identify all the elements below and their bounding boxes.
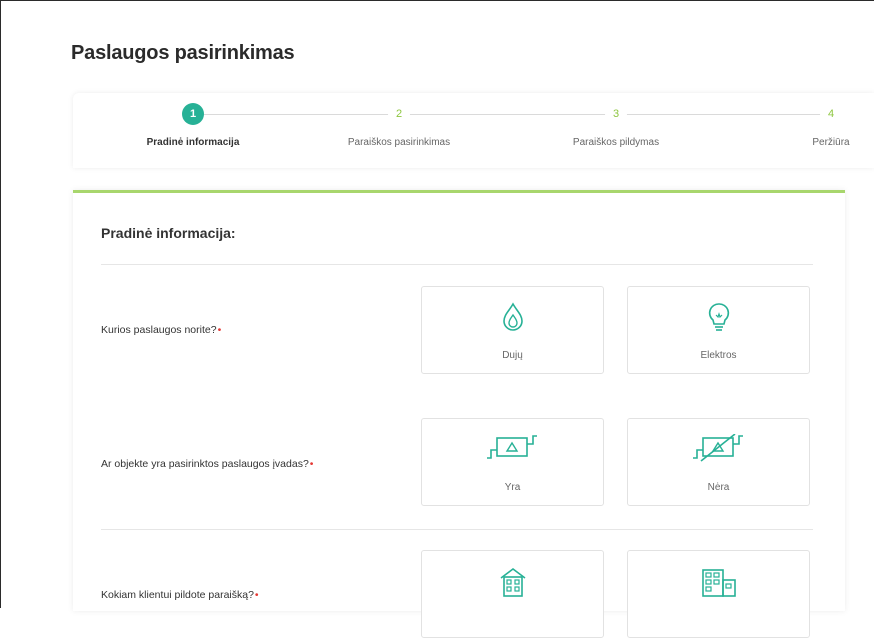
step-3[interactable]: 3 Paraiškos pildymas bbox=[536, 93, 696, 148]
required-mark: • bbox=[309, 458, 314, 470]
section-title: Pradinė informacija: bbox=[101, 225, 236, 241]
step-number-circle: 2 bbox=[388, 103, 410, 125]
option-yes[interactable]: Yra bbox=[421, 418, 604, 506]
option-gas[interactable]: Dujų bbox=[421, 286, 604, 374]
lightbulb-icon bbox=[708, 303, 729, 331]
step-label: Peržiūra bbox=[812, 137, 850, 148]
page-title: Paslaugos pasirinkimas bbox=[71, 42, 295, 64]
option-label: Dujų bbox=[502, 350, 523, 361]
step-label: Paraiškos pildymas bbox=[572, 137, 660, 148]
step-2[interactable]: 2 Paraiškos pasirinkimas bbox=[319, 93, 479, 148]
question-label-connection: Ar objekte yra pasirinktos paslaugos įva… bbox=[101, 458, 314, 470]
option-business-client[interactable] bbox=[627, 550, 810, 638]
meter-crossed-icon bbox=[692, 434, 743, 462]
option-label: Elektros bbox=[700, 350, 737, 361]
house-icon bbox=[500, 568, 525, 597]
option-label: Yra bbox=[504, 482, 521, 493]
required-mark: • bbox=[217, 324, 222, 336]
option-private-client[interactable] bbox=[421, 550, 604, 638]
step-number-circle: 4 bbox=[820, 103, 842, 125]
step-label: Paraiškos pasirinkimas bbox=[347, 137, 451, 148]
step-1[interactable]: 1 Pradinė informacija bbox=[113, 93, 273, 148]
meter-icon bbox=[486, 435, 537, 459]
stepper: 1 Pradinė informacija 2 Paraiškos pasiri… bbox=[73, 93, 874, 168]
step-number-circle: 1 bbox=[182, 103, 204, 125]
step-4[interactable]: 4 Peržiūra bbox=[751, 93, 874, 148]
divider bbox=[101, 529, 813, 530]
step-number-circle: 3 bbox=[605, 103, 627, 125]
divider bbox=[101, 264, 813, 265]
option-no[interactable]: Nėra bbox=[627, 418, 810, 506]
required-mark: • bbox=[254, 589, 259, 601]
question-label-client: Kokiam klientui pildote paraišką?• bbox=[101, 589, 259, 601]
question-label-service: Kurios paslaugos norite?• bbox=[101, 324, 222, 336]
option-electricity[interactable]: Elektros bbox=[627, 286, 810, 374]
option-label: Nėra bbox=[707, 482, 730, 493]
form-card: Pradinė informacija: Kurios paslaugos no… bbox=[73, 190, 845, 638]
flame-icon bbox=[502, 302, 523, 331]
office-building-icon bbox=[701, 569, 736, 597]
step-label: Pradinė informacija bbox=[146, 137, 240, 148]
